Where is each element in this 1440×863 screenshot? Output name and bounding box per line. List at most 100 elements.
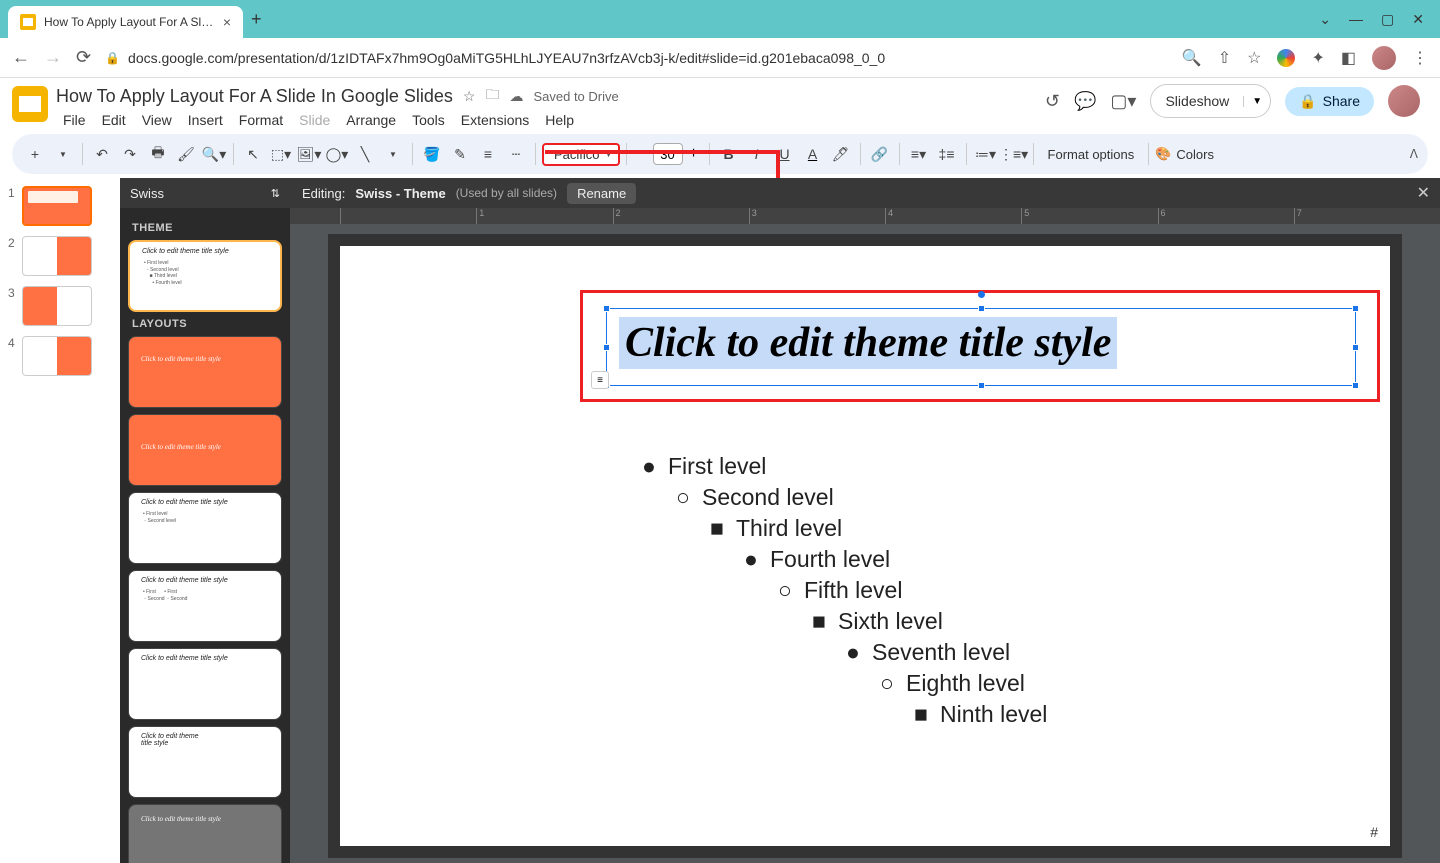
menu-edit[interactable]: Edit	[95, 110, 133, 130]
close-window-button[interactable]: ✕	[1412, 11, 1424, 28]
swap-icon[interactable]: ⇅	[271, 187, 280, 200]
back-button[interactable]: ←	[12, 47, 30, 68]
rotate-handle[interactable]	[978, 291, 985, 298]
account-avatar[interactable]	[1388, 85, 1420, 117]
layout-thumbnail[interactable]: Click to edit theme title style• First •…	[128, 570, 282, 642]
resize-handle[interactable]	[978, 382, 985, 389]
close-theme-editor-icon[interactable]: ✕	[1417, 183, 1430, 203]
new-slide-dropdown[interactable]: ▼	[50, 141, 76, 167]
slide-thumbnail[interactable]	[22, 286, 92, 326]
menu-arrange[interactable]: Arrange	[339, 110, 403, 130]
slide-thumbnail[interactable]	[22, 336, 92, 376]
address-bar[interactable]: 🔒 docs.google.com/presentation/d/1zIDTAF…	[105, 50, 1168, 66]
theme-colors-button[interactable]: 🎨 Colors	[1155, 146, 1214, 162]
redo-button[interactable]: ↷	[117, 141, 143, 167]
title-placeholder-text[interactable]: Click to edit theme title style	[619, 317, 1117, 369]
menu-insert[interactable]: Insert	[181, 110, 230, 130]
title-placeholder-box[interactable]: ≡ Click to edit theme title style	[606, 308, 1356, 386]
italic-button[interactable]: I	[744, 141, 770, 167]
insert-link-button[interactable]: 🔗	[867, 141, 893, 167]
theme-layouts-pane[interactable]: THEME Click to edit theme title style • …	[120, 208, 290, 863]
menu-file[interactable]: File	[56, 110, 93, 130]
resize-handle[interactable]	[1352, 382, 1359, 389]
comments-icon[interactable]: 💬	[1074, 91, 1096, 112]
collapse-toolbar-button[interactable]: ᐱ	[1410, 147, 1418, 161]
reload-button[interactable]: ⟳	[76, 47, 91, 68]
shape-tool[interactable]: ◯▾	[324, 141, 350, 167]
line-dropdown[interactable]: ▼	[380, 141, 406, 167]
menu-extensions[interactable]: Extensions	[454, 110, 536, 130]
resize-handle[interactable]	[978, 305, 985, 312]
autofit-icon[interactable]: ≡	[591, 371, 609, 389]
bold-button[interactable]: B	[716, 141, 742, 167]
menu-help[interactable]: Help	[538, 110, 581, 130]
numbered-list-button[interactable]: ≔▾	[973, 141, 999, 167]
layout-thumbnail[interactable]: Click to edit theme title style• First l…	[128, 492, 282, 564]
border-dash-button[interactable]: ┄	[503, 141, 529, 167]
rename-button[interactable]: Rename	[567, 183, 636, 204]
new-slide-button[interactable]: +	[22, 141, 48, 167]
extension-icon[interactable]	[1277, 49, 1295, 67]
close-tab-icon[interactable]: ×	[223, 14, 231, 30]
minimize-button[interactable]: —	[1349, 11, 1363, 28]
zoom-button[interactable]: 🔍▾	[201, 141, 227, 167]
star-icon[interactable]: ☆	[463, 88, 476, 105]
menu-format[interactable]: Format	[232, 110, 290, 130]
slideshow-dropdown[interactable]: ▼	[1243, 96, 1270, 107]
layout-thumbnail[interactable]: Click to edit theme title style	[128, 414, 282, 486]
line-spacing-button[interactable]: ‡≡	[934, 141, 960, 167]
text-color-button[interactable]: A	[800, 141, 826, 167]
slide-thumbnail[interactable]	[22, 236, 92, 276]
menu-view[interactable]: View	[135, 110, 179, 130]
layout-thumbnail[interactable]: Click to edit theme title style	[128, 648, 282, 720]
new-tab-button[interactable]: +	[251, 9, 262, 30]
print-button[interactable]: 🖶	[145, 141, 171, 167]
menu-icon[interactable]: ⋮	[1412, 48, 1428, 68]
resize-handle[interactable]	[603, 344, 610, 351]
history-icon[interactable]: ↺	[1045, 91, 1060, 112]
browser-tab[interactable]: How To Apply Layout For A Slide ×	[8, 6, 243, 38]
border-color-button[interactable]: ✎	[447, 141, 473, 167]
layout-thumbnail[interactable]: Click to edit theme title style	[128, 804, 282, 863]
profile-avatar[interactable]	[1372, 46, 1396, 70]
font-size-input[interactable]	[653, 143, 683, 165]
zoom-icon[interactable]: 🔍	[1182, 48, 1202, 68]
layout-thumbnail[interactable]: Click to edit theme title style	[128, 336, 282, 408]
menu-tools[interactable]: Tools	[405, 110, 452, 130]
slide-canvas[interactable]: ≡ Click to edit theme title style ●First…	[340, 246, 1390, 846]
explore-button[interactable]: ‹	[1418, 841, 1438, 861]
maximize-button[interactable]: ▢	[1381, 11, 1394, 28]
resize-handle[interactable]	[603, 305, 610, 312]
move-icon[interactable]: 🗀	[485, 84, 499, 108]
forward-button[interactable]: →	[44, 47, 62, 68]
share-button[interactable]: 🔒 Share	[1285, 87, 1374, 116]
slides-logo-icon[interactable]	[12, 86, 48, 122]
line-tool[interactable]: ╲	[352, 141, 378, 167]
canvas-scroll[interactable]: ≡ Click to edit theme title style ●First…	[290, 224, 1440, 863]
bulleted-list-button[interactable]: ⋮≡▾	[1001, 141, 1027, 167]
slide-filmstrip[interactable]: 1 2 3 4	[0, 178, 120, 863]
format-options-button[interactable]: Format options	[1040, 145, 1143, 164]
highlight-button[interactable]: 🖊	[828, 141, 854, 167]
slideshow-button[interactable]: Slideshow	[1151, 93, 1243, 109]
share-page-icon[interactable]: ⇧	[1218, 48, 1231, 68]
border-weight-button[interactable]: ≡	[475, 141, 501, 167]
extensions-icon[interactable]: ✦	[1311, 48, 1324, 68]
textbox-tool[interactable]: ⬚▾	[268, 141, 294, 167]
theme-master-thumbnail[interactable]: Click to edit theme title style • First …	[128, 240, 282, 312]
bookmark-icon[interactable]: ☆	[1247, 48, 1261, 68]
present-camera-icon[interactable]: ▢▾	[1110, 91, 1136, 112]
select-tool[interactable]: ↖	[240, 141, 266, 167]
font-size-decrease[interactable]: −	[633, 145, 651, 163]
body-placeholder-box[interactable]: ●First level ○Second level ■Third level …	[640, 451, 1340, 730]
chevron-down-icon[interactable]: ⌄	[1319, 11, 1331, 28]
undo-button[interactable]: ↶	[89, 141, 115, 167]
image-tool[interactable]: 🖼▾	[296, 141, 322, 167]
document-title[interactable]: How To Apply Layout For A Slide In Googl…	[56, 86, 453, 107]
font-size-increase[interactable]: +	[685, 145, 703, 163]
paint-format-button[interactable]: 🖌	[173, 141, 199, 167]
slide-thumbnail[interactable]	[22, 186, 92, 226]
align-button[interactable]: ≡▾	[906, 141, 932, 167]
resize-handle[interactable]	[1352, 305, 1359, 312]
resize-handle[interactable]	[1352, 344, 1359, 351]
